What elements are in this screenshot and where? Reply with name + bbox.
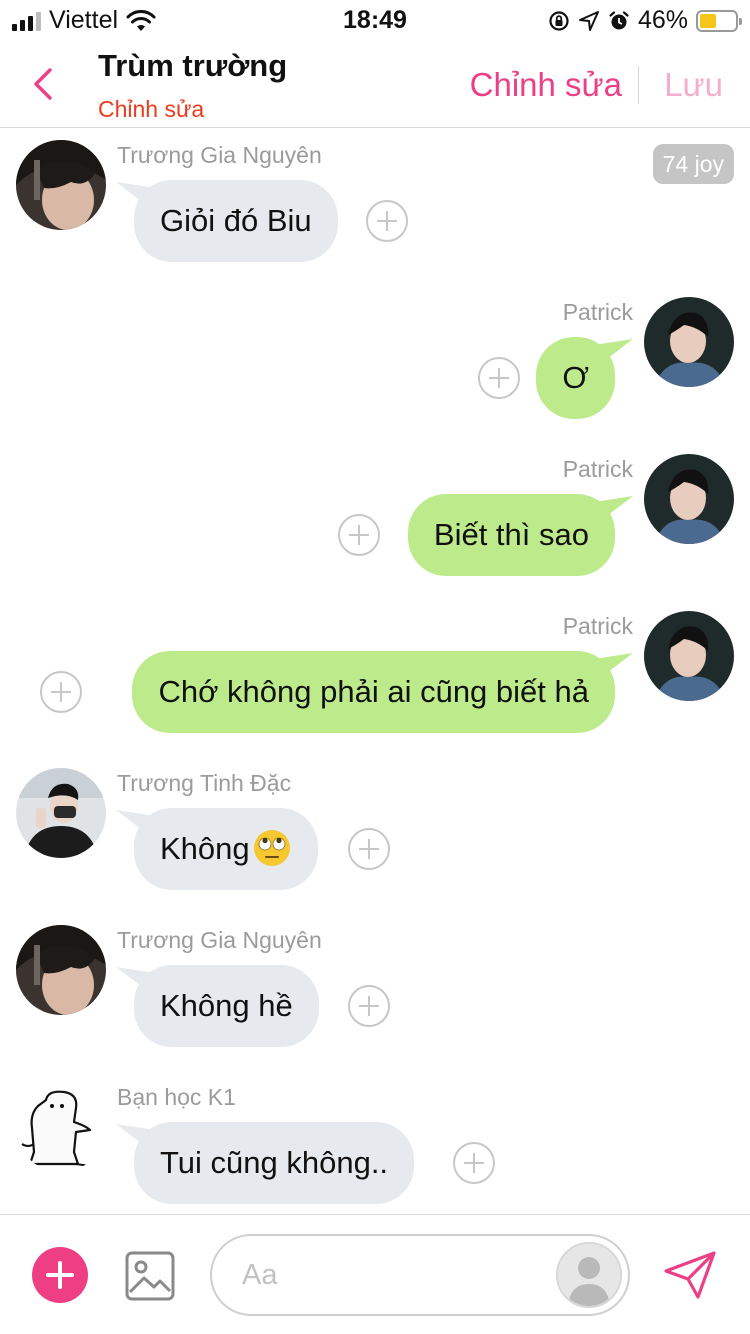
edit-button[interactable]: Chỉnh sửa [470,66,622,104]
message-row: Trương Tinh Đặc Không [0,756,750,906]
message-bubble[interactable]: Chớ không phải ai cũng biết hả [132,651,615,733]
sender-name: Patrick [562,456,633,482]
message-bubble[interactable]: Không hề [134,965,319,1047]
avatar[interactable] [16,1082,106,1172]
sender-name: Patrick [562,613,633,639]
sender-name: Trương Gia Nguyên [117,142,322,168]
back-chevron-icon[interactable] [28,66,58,102]
person-silhouette-icon [558,1244,620,1306]
save-button[interactable]: Lưu [664,66,723,104]
message-row: Patrick Ơ [0,285,750,435]
add-attachment-button[interactable] [32,1247,88,1303]
send-button[interactable] [662,1249,718,1301]
add-reaction-button[interactable] [478,357,520,399]
status-left: Viettel [12,6,156,35]
header-divider [638,66,639,104]
avatar-image [16,768,106,858]
avatar[interactable] [16,768,106,858]
joy-badge: 74 joy [652,144,734,184]
message-row: Patrick Biết thì sao [0,442,750,592]
chat-subtitle[interactable]: Chỉnh sửa [98,96,204,123]
avatar[interactable] [644,454,734,544]
avatar[interactable] [16,140,106,230]
avatar-image [644,297,734,387]
add-reaction-button[interactable] [338,514,380,556]
message-row: Trương Gia Nguyên Không hề [0,913,750,1063]
message-row: Bạn học K1 Tui cũng không.. [0,1070,750,1214]
alarm-icon [609,10,629,29]
battery-fill [700,13,716,28]
battery-percent: 46% [637,6,688,34]
add-reaction-button[interactable] [40,671,82,713]
battery-icon [696,9,742,32]
avatar-image [16,140,106,230]
status-bar: Viettel 18:49 46% [0,0,750,40]
message-bubble[interactable]: Biết thì sao [407,494,615,576]
gallery-button[interactable] [124,1250,176,1302]
message-row: Trương Gia Nguyên Giỏi đó Biu 74 joy [0,128,750,278]
message-bubble[interactable]: Không [134,808,318,890]
avatar-image [16,925,106,1015]
sender-name: Patrick [562,299,633,325]
avatar[interactable] [16,925,106,1015]
chat-title: Trùm trường [98,48,288,83]
chat-header: Trùm trường Chỉnh sửa Chỉnh sửa Lưu [0,40,750,128]
add-reaction-button[interactable] [348,985,390,1027]
send-arrow-icon [664,1251,716,1299]
sender-name: Trương Tinh Đặc [117,770,292,796]
add-reaction-button[interactable] [453,1142,495,1184]
signal-icon [12,11,41,31]
avatar-image [644,611,734,701]
message-input[interactable]: Aa [210,1234,630,1316]
sender-name: Trương Gia Nguyên [117,927,322,953]
avatar-image [644,454,734,544]
message-list[interactable]: Trương Gia Nguyên Giỏi đó Biu 74 joy Pat… [0,128,750,1214]
avatar[interactable] [644,611,734,701]
avatar-image [16,1082,106,1172]
sender-name: Bạn học K1 [117,1084,236,1110]
message-bubble[interactable]: Ơ [536,337,615,419]
add-reaction-button[interactable] [366,200,408,242]
rotation-lock-icon [549,10,569,31]
status-right: 46% [548,6,742,35]
message-row: Patrick Chớ không phải ai cũng biết hả [0,599,750,749]
eye-roll-emoji-icon [253,829,290,866]
message-text: Không [160,831,250,866]
composer-bar: Aa [0,1214,750,1334]
add-reaction-button[interactable] [348,828,390,870]
wifi-icon [126,9,156,31]
image-icon [125,1251,175,1301]
carrier-label: Viettel [49,6,119,34]
location-arrow-icon [578,10,599,31]
identity-avatar[interactable] [556,1242,622,1308]
message-bubble[interactable]: Giỏi đó Biu [134,180,338,262]
avatar[interactable] [644,297,734,387]
input-placeholder: Aa [242,1259,278,1291]
message-bubble[interactable]: Tui cũng không.. [134,1122,415,1204]
